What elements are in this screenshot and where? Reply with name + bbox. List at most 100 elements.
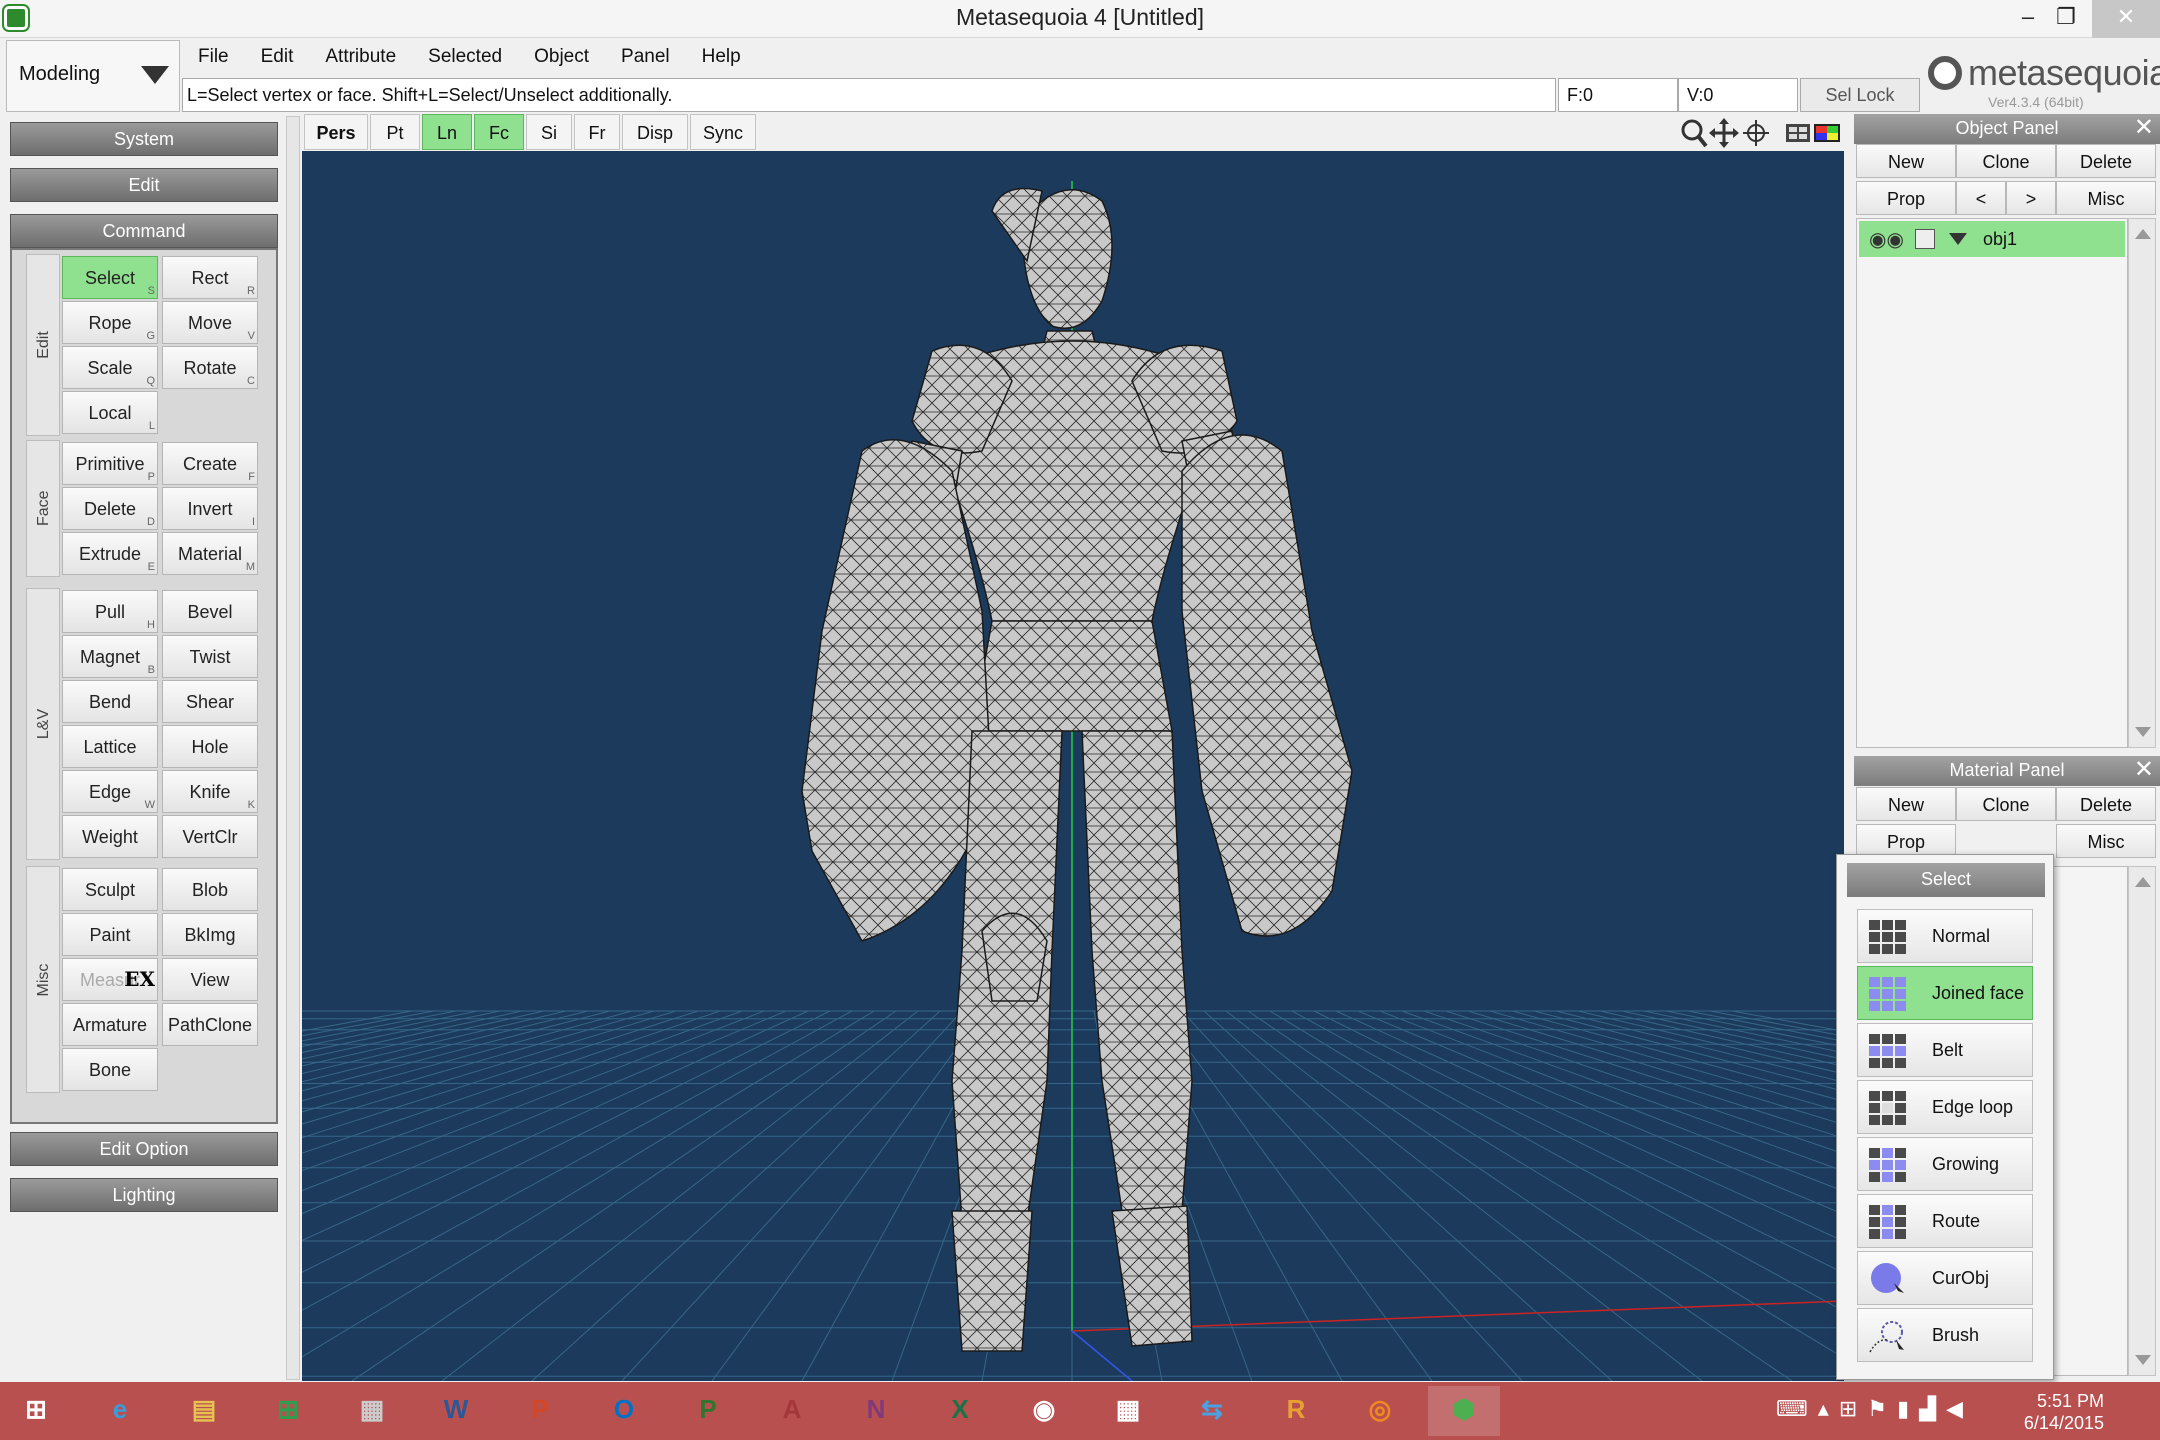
vertclr-command-button[interactable]: VertClr — [162, 815, 258, 858]
menu-file[interactable]: File — [182, 40, 245, 68]
left-panel-scrollbar[interactable] — [286, 116, 300, 1380]
prop-button[interactable]: Prop — [1856, 824, 1956, 858]
misc-button[interactable]: Misc — [2056, 824, 2156, 858]
start-icon[interactable]: ⊞ — [0, 1386, 72, 1436]
menu-help[interactable]: Help — [686, 40, 757, 68]
outlook-icon[interactable]: O — [588, 1386, 660, 1436]
zoom-icon[interactable] — [1681, 119, 1708, 148]
mode-dropdown[interactable]: Modeling — [6, 40, 180, 112]
system-section[interactable]: System — [10, 122, 278, 156]
display-mode-icon[interactable] — [1786, 124, 1810, 142]
object-list-scrollbar[interactable] — [2128, 218, 2156, 748]
tray-up-icon[interactable]: ▴ — [1818, 1396, 1839, 1421]
clock[interactable]: 5:51 PM 6/14/2015 — [2024, 1390, 2104, 1434]
access-icon[interactable]: A — [756, 1386, 828, 1436]
select-option-growing[interactable]: Growing — [1857, 1137, 2033, 1191]
rect-command-button[interactable]: Rect R — [162, 256, 258, 299]
expand-triangle-icon[interactable] — [1949, 233, 1967, 245]
bone-command-button[interactable]: Bone — [62, 1048, 158, 1091]
r-app-icon[interactable]: R — [1260, 1386, 1332, 1436]
view-tab-ln[interactable]: Ln — [422, 114, 472, 150]
new-button[interactable]: New — [1856, 144, 1956, 178]
view-tab-disp[interactable]: Disp — [622, 114, 688, 150]
select-option-edge-loop[interactable]: Edge loop — [1857, 1080, 2033, 1134]
character-mesh[interactable] — [801, 187, 1353, 1352]
scroll-down-icon[interactable] — [2135, 727, 2151, 737]
bevel-command-button[interactable]: Bevel — [162, 590, 258, 633]
sel-lock-button[interactable]: Sel Lock — [1800, 78, 1920, 112]
object-row[interactable]: ◉◉ obj1 — [1859, 221, 2125, 257]
pan-icon[interactable] — [1709, 118, 1739, 148]
armature-command-button[interactable]: Armature — [62, 1003, 158, 1046]
blob-command-button[interactable]: Blob — [162, 868, 258, 911]
next-button[interactable]: > — [2006, 181, 2056, 215]
excel-icon[interactable]: X — [924, 1386, 996, 1436]
view-command-button[interactable]: View — [162, 958, 258, 1001]
material-list-scrollbar[interactable] — [2128, 866, 2156, 1376]
visibility-eye-icon[interactable]: ◉◉ — [1869, 227, 1904, 252]
flag-icon[interactable]: ⚑ — [1867, 1396, 1897, 1421]
new-button[interactable]: New — [1856, 787, 1956, 821]
color-palette-icon[interactable] — [1814, 124, 1840, 142]
clone-button[interactable]: Clone — [1956, 787, 2056, 821]
view-tab-fr[interactable]: Fr — [574, 114, 620, 150]
edit-option-section[interactable]: Edit Option — [10, 1132, 278, 1166]
primitive-command-button[interactable]: Primitive P — [62, 442, 158, 485]
delete-command-button[interactable]: Delete D — [62, 487, 158, 530]
local-command-button[interactable]: Local L — [62, 391, 158, 434]
select-option-brush[interactable]: Brush — [1857, 1308, 2033, 1362]
lighting-section[interactable]: Lighting — [10, 1178, 278, 1212]
lock-checkbox[interactable] — [1915, 229, 1935, 249]
powerpoint-icon[interactable]: P — [504, 1386, 576, 1436]
move-command-button[interactable]: Move V — [162, 301, 258, 344]
metasequoia-icon[interactable]: ⬢ — [1428, 1386, 1500, 1436]
lattice-command-button[interactable]: Lattice — [62, 725, 158, 768]
scroll-down-icon[interactable] — [2135, 1355, 2151, 1365]
extrude-command-button[interactable]: Extrude E — [62, 532, 158, 575]
select-option-normal[interactable]: Normal — [1857, 909, 2033, 963]
edit-section[interactable]: Edit — [10, 168, 278, 202]
store-icon[interactable]: ⊞ — [252, 1386, 324, 1436]
weight-command-button[interactable]: Weight — [62, 815, 158, 858]
close-icon[interactable]: ✕ — [2134, 114, 2154, 142]
command-section[interactable]: Command — [10, 214, 278, 248]
scroll-up-icon[interactable] — [2135, 877, 2151, 887]
shear-command-button[interactable]: Shear — [162, 680, 258, 723]
onenote-icon[interactable]: N — [840, 1386, 912, 1436]
material-command-button[interactable]: Material M — [162, 532, 258, 575]
select-option-route[interactable]: Route — [1857, 1194, 2033, 1248]
internet-explorer-icon[interactable]: e — [84, 1386, 156, 1436]
view-tab-sync[interactable]: Sync — [690, 114, 756, 150]
prev-button[interactable]: < — [1956, 181, 2006, 215]
view-tab-pt[interactable]: Pt — [370, 114, 420, 150]
pathclone-command-button[interactable]: PathClone — [162, 1003, 258, 1046]
view-tab-si[interactable]: Si — [526, 114, 572, 150]
invert-command-button[interactable]: Invert I — [162, 487, 258, 530]
scroll-up-icon[interactable] — [2135, 229, 2151, 239]
pull-command-button[interactable]: Pull H — [62, 590, 158, 633]
create-command-button[interactable]: Create F — [162, 442, 258, 485]
knife-command-button[interactable]: Knife K — [162, 770, 258, 813]
menu-edit[interactable]: Edit — [245, 40, 310, 68]
3d-viewport[interactable] — [302, 151, 1844, 1381]
word-icon[interactable]: W — [420, 1386, 492, 1436]
delete-button[interactable]: Delete — [2056, 144, 2156, 178]
prop-button[interactable]: Prop — [1856, 181, 1956, 215]
windows-icon[interactable]: ⊞ — [1839, 1396, 1867, 1421]
select-option-belt[interactable]: Belt — [1857, 1023, 2033, 1077]
hole-command-button[interactable]: Hole — [162, 725, 258, 768]
sculpt-command-button[interactable]: Sculpt — [62, 868, 158, 911]
select-command-button[interactable]: Select S — [62, 256, 158, 299]
view-tab-fc[interactable]: Fc — [474, 114, 524, 150]
clone-button[interactable]: Clone — [1956, 144, 2056, 178]
file-explorer-icon[interactable]: ▤ — [168, 1386, 240, 1436]
scale-command-button[interactable]: Scale Q — [62, 346, 158, 389]
menu-selected[interactable]: Selected — [412, 40, 518, 68]
magnet-command-button[interactable]: Magnet B — [62, 635, 158, 678]
battery-icon[interactable]: ▮ — [1897, 1396, 1919, 1421]
view-tab-pers[interactable]: Pers — [304, 114, 368, 150]
menu-panel[interactable]: Panel — [605, 40, 686, 68]
misc-button[interactable]: Misc — [2056, 181, 2156, 215]
paint-command-button[interactable]: Paint — [62, 913, 158, 956]
rope-command-button[interactable]: Rope G — [62, 301, 158, 344]
